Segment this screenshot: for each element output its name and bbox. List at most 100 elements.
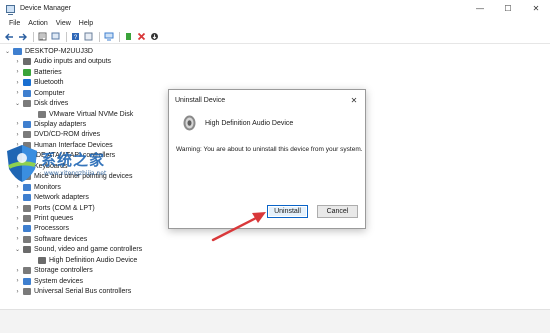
menu-help[interactable]: Help <box>75 20 97 27</box>
dialog-title: Uninstall Device <box>175 97 226 104</box>
tree-item-label: Print queues <box>34 215 74 222</box>
toolbar: ? <box>0 30 550 44</box>
tree-item[interactable]: › Network adapters <box>14 192 89 203</box>
tree-item-label: Disk drives <box>34 100 69 108</box>
tree-item-label: VMware Virtual NVMe Disk <box>49 110 134 118</box>
chevron-right-icon[interactable]: › <box>14 79 21 86</box>
tree-item-label: High Definition Audio Device <box>49 256 138 264</box>
device-category-icon <box>23 204 31 212</box>
device-category-icon <box>23 246 31 254</box>
chevron-right-icon[interactable]: › <box>14 215 21 222</box>
close-button[interactable]: ✕ <box>522 0 550 17</box>
chevron-right-icon[interactable]: › <box>14 90 21 97</box>
update-driver-icon[interactable] <box>83 31 94 42</box>
device-category-icon <box>23 120 31 128</box>
disable-icon[interactable] <box>149 31 160 42</box>
chevron-right-icon[interactable]: › <box>14 267 21 274</box>
add-driver-icon[interactable] <box>123 31 134 42</box>
tree-item[interactable]: › Processors <box>14 224 69 235</box>
menu-file[interactable]: File <box>5 20 24 27</box>
chevron-right-icon[interactable]: › <box>14 194 21 201</box>
uninstall-button[interactable]: Uninstall <box>267 205 308 218</box>
tree-root[interactable]: ⌄ DESKTOP-M2UUJ3D <box>4 46 93 57</box>
device-category-icon <box>23 225 31 233</box>
tree-item-label: Computer <box>34 89 65 97</box>
chevron-right-icon[interactable]: › <box>14 236 21 243</box>
chevron-down-icon[interactable]: ⌄ <box>4 48 11 55</box>
speaker-icon <box>183 115 196 131</box>
toolbar-separator <box>33 31 34 42</box>
device-category-icon <box>23 215 31 222</box>
chevron-down-icon[interactable]: ⌄ <box>14 246 21 253</box>
device-category-icon <box>23 235 31 243</box>
uninstall-icon[interactable] <box>136 31 147 42</box>
monitor-icon[interactable] <box>103 31 114 42</box>
chevron-right-icon[interactable]: › <box>14 121 21 128</box>
chevron-right-icon[interactable]: › <box>14 278 21 285</box>
tree-item[interactable]: ⌄ Sound, video and game controllers <box>14 245 142 256</box>
tree-item[interactable]: › Batteries <box>14 67 62 78</box>
dialog-device-name: High Definition Audio Device <box>205 119 294 127</box>
tree-item[interactable]: › Display adapters <box>14 119 86 130</box>
device-category-icon <box>38 110 46 118</box>
tree-item-label: Audio inputs and outputs <box>34 58 112 66</box>
device-category-icon <box>23 194 31 202</box>
device-category-icon <box>23 68 31 76</box>
chevron-right-icon[interactable]: › <box>14 205 21 212</box>
chevron-right-icon[interactable]: › <box>14 69 21 76</box>
device-category-icon <box>23 288 31 296</box>
scan-icon[interactable] <box>50 31 61 42</box>
tree-item-label: Storage controllers <box>34 267 93 275</box>
back-icon[interactable] <box>4 31 15 42</box>
tree-item[interactable]: High Definition Audio Device <box>29 255 137 266</box>
tree-item-label: Universal Serial Bus controllers <box>34 288 132 296</box>
computer-icon <box>13 47 22 55</box>
maximize-button[interactable]: ☐ <box>494 0 522 17</box>
help-icon[interactable]: ? <box>70 31 81 42</box>
chevron-right-icon[interactable]: › <box>14 288 21 295</box>
watermark-url: www.xitongzhijia.net <box>44 170 107 177</box>
tree-item[interactable]: VMware Virtual NVMe Disk <box>29 109 133 120</box>
device-manager-icon <box>6 4 15 15</box>
watermark-text: 系统之家 <box>41 151 106 169</box>
tree-item[interactable]: › Storage controllers <box>14 266 93 277</box>
tree-item[interactable]: › Print queues <box>14 213 73 224</box>
minimize-button[interactable]: — <box>466 0 494 17</box>
tree-root-label: DESKTOP-M2UUJ3D <box>25 47 93 55</box>
dialog-close-button[interactable]: ✕ <box>347 94 361 106</box>
tree-item-label: Ports (COM & LPT) <box>34 204 95 212</box>
device-category-icon <box>23 277 31 285</box>
device-category-icon <box>23 89 31 97</box>
watermark: 系统之家 www.xitongzhijia.net <box>5 143 135 185</box>
tree-item-label: Batteries <box>34 68 62 76</box>
chevron-down-icon[interactable]: ⌄ <box>14 100 21 107</box>
device-category-icon <box>38 256 46 264</box>
tree-item[interactable]: › Universal Serial Bus controllers <box>14 286 131 297</box>
menu-view[interactable]: View <box>52 20 75 27</box>
cancel-button[interactable]: Cancel <box>317 205 358 218</box>
dialog-warning-text: Warning: You are about to uninstall this… <box>176 146 363 153</box>
tree-item[interactable]: ⌄ Disk drives <box>14 98 68 109</box>
tree-item[interactable]: › Bluetooth <box>14 77 64 88</box>
tree-item[interactable]: › Audio inputs and outputs <box>14 57 111 68</box>
tree-item[interactable]: › System devices <box>14 276 83 287</box>
tree-item-label: Sound, video and game controllers <box>34 246 143 254</box>
shield-logo-icon <box>7 145 37 182</box>
tree-item-label: Display adapters <box>34 120 87 128</box>
properties-icon[interactable] <box>37 31 48 42</box>
tree-item-label: Software devices <box>34 235 88 243</box>
menu-action[interactable]: Action <box>24 20 51 27</box>
tree-item[interactable]: › DVD/CD-ROM drives <box>14 130 100 141</box>
chevron-right-icon[interactable]: › <box>14 58 21 65</box>
tree-item[interactable]: › Ports (COM & LPT) <box>14 203 95 214</box>
forward-icon[interactable] <box>17 31 28 42</box>
toolbar-separator <box>99 31 100 42</box>
chevron-right-icon[interactable]: › <box>14 131 21 138</box>
toolbar-separator <box>66 31 67 42</box>
chevron-right-icon[interactable]: › <box>14 225 21 232</box>
tree-item[interactable]: › Computer <box>14 88 65 99</box>
tree-item[interactable]: › Software devices <box>14 234 87 245</box>
uninstall-device-dialog: Uninstall Device ✕ High Definition Audio… <box>168 89 366 229</box>
